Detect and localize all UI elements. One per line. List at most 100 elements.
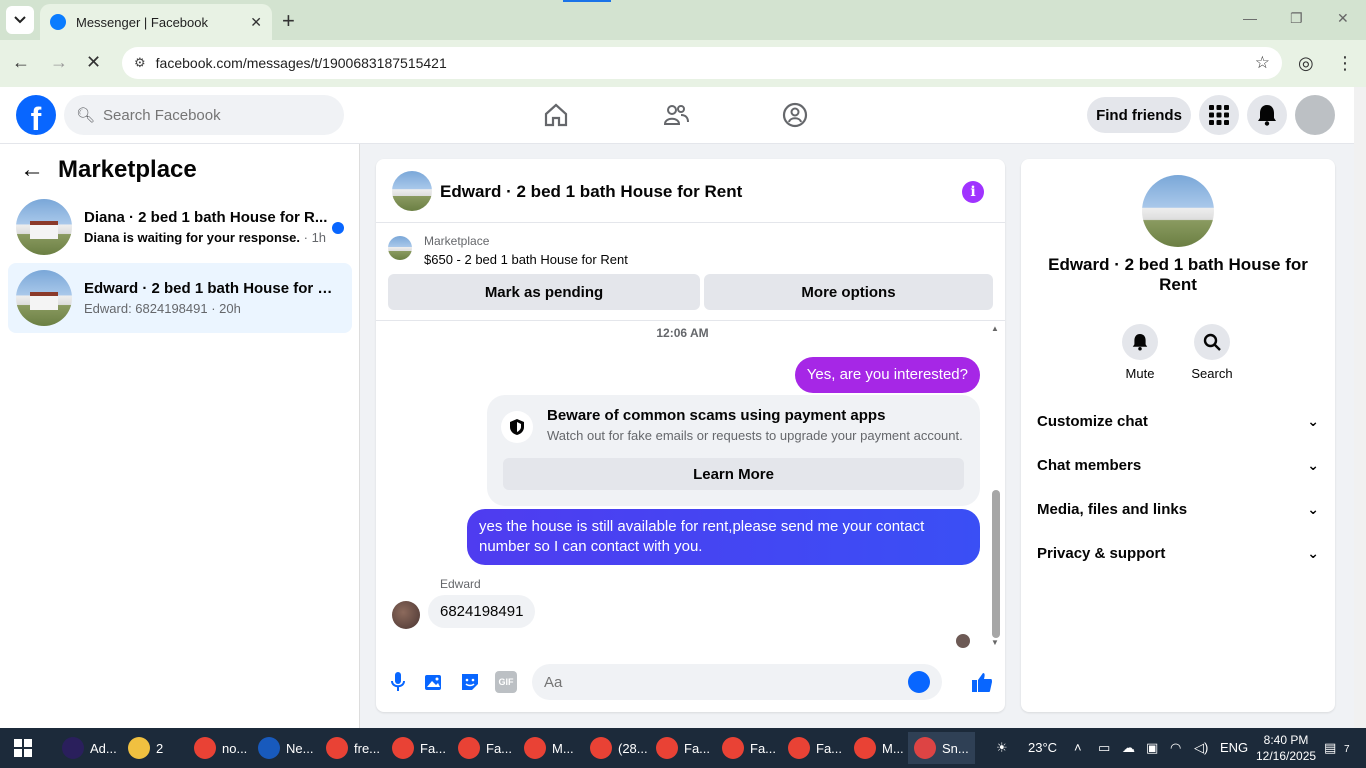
taskbar-app-label: Ne... bbox=[286, 740, 314, 756]
chevron-down-icon: ⌄ bbox=[1307, 544, 1319, 561]
minimize-icon[interactable]: — bbox=[1243, 10, 1257, 26]
conversation-item-edward[interactable]: Edward · 2 bed 1 bath House for R... Edw… bbox=[8, 263, 352, 333]
friends-icon[interactable] bbox=[662, 101, 690, 129]
facebook-logo-icon[interactable]: f bbox=[16, 95, 56, 135]
clock-time: 8:40 PM bbox=[1263, 733, 1309, 747]
mute-button[interactable]: Mute bbox=[1115, 324, 1165, 381]
mark-as-pending-button[interactable]: Mark as pending bbox=[388, 274, 700, 310]
learn-more-button[interactable]: Learn More bbox=[503, 458, 964, 490]
clock[interactable]: 8:40 PM 12/16/2025 bbox=[1256, 732, 1316, 764]
facebook-header: f 🔍︎ Find friends bbox=[0, 87, 1354, 144]
privacy-support-section[interactable]: Privacy & support ⌄ bbox=[1037, 541, 1319, 565]
menu-kebab-icon[interactable]: ⋮ bbox=[1336, 53, 1354, 74]
chat-scrollbar[interactable]: ▲ ▼ bbox=[990, 322, 1002, 652]
taskbar-app-button[interactable]: 2 bbox=[122, 732, 169, 764]
photo-icon[interactable] bbox=[423, 671, 445, 693]
language-indicator[interactable]: ENG bbox=[1220, 740, 1248, 755]
tab-indicator bbox=[563, 0, 611, 2]
scroll-up-icon[interactable]: ▲ bbox=[991, 324, 999, 333]
outgoing-message[interactable]: Yes, are you interested? bbox=[794, 357, 980, 393]
profile-photo[interactable] bbox=[1142, 175, 1214, 247]
stop-loading-icon[interactable]: ✕ bbox=[86, 52, 101, 73]
incoming-message[interactable]: 6824198491 bbox=[428, 595, 536, 628]
microphone-icon[interactable] bbox=[387, 671, 409, 693]
taskbar-app-button[interactable]: Ad... bbox=[56, 732, 123, 764]
taskbar-app-button[interactable]: M... bbox=[518, 732, 580, 764]
profile-icon[interactable]: ◎ bbox=[1298, 53, 1314, 74]
taskbar-app-button[interactable]: (28... bbox=[584, 732, 654, 764]
customize-chat-section[interactable]: Customize chat ⌄ bbox=[1037, 409, 1319, 433]
taskbar-app-button[interactable]: Sn... bbox=[908, 732, 975, 764]
app-icon bbox=[458, 737, 480, 759]
windows-start-icon[interactable] bbox=[14, 739, 32, 757]
app-icon bbox=[524, 737, 546, 759]
page-scrollbar[interactable] bbox=[1354, 87, 1366, 728]
app-icon bbox=[326, 737, 348, 759]
taskbar-app-label: Fa... bbox=[486, 740, 513, 756]
conversation-item-diana[interactable]: Diana · 2 bed 1 bath House for R... Dian… bbox=[8, 192, 352, 262]
chat-title[interactable]: Edward · 2 bed 1 bath House for Rent bbox=[440, 182, 742, 202]
notification-center-icon[interactable]: ▤ bbox=[1324, 740, 1336, 756]
tray-overflow-icon[interactable]: ˄ bbox=[1074, 740, 1082, 755]
search-input[interactable] bbox=[103, 106, 324, 124]
account-avatar[interactable] bbox=[1295, 95, 1335, 135]
home-icon[interactable] bbox=[542, 101, 570, 129]
window-close-icon[interactable]: ✕ bbox=[1337, 10, 1349, 27]
bell-icon bbox=[1122, 324, 1158, 360]
search-conversation-button[interactable]: Search bbox=[1187, 324, 1237, 381]
taskbar-app-button[interactable]: M... bbox=[848, 732, 910, 764]
message-input-box[interactable] bbox=[532, 664, 942, 700]
search-box[interactable]: 🔍︎ bbox=[64, 95, 344, 135]
scrollbar-thumb[interactable] bbox=[992, 490, 1000, 638]
bookmark-star-icon[interactable]: ☆ bbox=[1255, 53, 1270, 73]
site-info-icon[interactable]: ⚙ bbox=[134, 55, 146, 71]
browser-tab-bar: Messenger | Facebook ✕ + — ❐ ✕ bbox=[0, 0, 1366, 40]
info-icon[interactable]: i bbox=[962, 181, 984, 203]
back-arrow-icon[interactable]: ← bbox=[20, 156, 44, 184]
chevron-down-icon: ⌄ bbox=[1307, 500, 1319, 517]
tab-search-button[interactable] bbox=[6, 6, 34, 34]
more-options-button[interactable]: More options bbox=[704, 274, 993, 310]
thumbs-up-icon[interactable] bbox=[971, 671, 993, 693]
scroll-down-icon[interactable]: ▼ bbox=[991, 638, 999, 647]
browser-tab[interactable]: Messenger | Facebook ✕ bbox=[40, 4, 272, 40]
emoji-icon[interactable] bbox=[908, 671, 930, 693]
chat-avatar[interactable] bbox=[392, 171, 432, 211]
find-friends-button[interactable]: Find friends bbox=[1087, 97, 1191, 133]
listing-price[interactable]: $650 - 2 bed 1 bath House for Rent bbox=[424, 252, 628, 267]
weather-icon[interactable]: ☀ bbox=[996, 740, 1008, 756]
gif-icon[interactable]: GIF bbox=[495, 671, 517, 693]
taskbar-app-button[interactable]: Fa... bbox=[782, 732, 848, 764]
chat-members-section[interactable]: Chat members ⌄ bbox=[1037, 453, 1319, 477]
taskbar-app-button[interactable]: Ne... bbox=[252, 732, 319, 764]
outgoing-message[interactable]: yes the house is still available for ren… bbox=[467, 509, 980, 565]
groups-icon[interactable] bbox=[781, 101, 809, 129]
warning-subtitle: Watch out for fake emails or requests to… bbox=[547, 428, 963, 443]
address-bar[interactable]: ⚙ facebook.com/messages/t/19006831875154… bbox=[122, 47, 1282, 79]
wifi-icon[interactable]: ◠ bbox=[1170, 740, 1181, 756]
volume-icon[interactable]: ◁) bbox=[1194, 740, 1208, 756]
meet-icon[interactable]: ▣ bbox=[1146, 740, 1158, 756]
taskbar-app-button[interactable]: Fa... bbox=[650, 732, 716, 764]
message-input[interactable] bbox=[544, 673, 908, 691]
taskbar-app-button[interactable]: Fa... bbox=[716, 732, 782, 764]
restore-icon[interactable]: ❐ bbox=[1290, 10, 1303, 27]
taskbar-app-button[interactable]: Fa... bbox=[386, 732, 452, 764]
taskbar-app-button[interactable]: Fa... bbox=[452, 732, 518, 764]
battery-icon[interactable]: ▭ bbox=[1098, 740, 1110, 756]
sticker-icon[interactable] bbox=[459, 671, 481, 693]
notifications-button[interactable] bbox=[1247, 95, 1287, 135]
forward-icon[interactable]: → bbox=[50, 52, 68, 73]
search-label: Search bbox=[1191, 366, 1233, 381]
new-tab-button[interactable]: + bbox=[282, 8, 295, 34]
taskbar-app-button[interactable]: no... bbox=[188, 732, 253, 764]
cloud-icon[interactable]: ☁ bbox=[1122, 740, 1135, 756]
media-files-links-section[interactable]: Media, files and links ⌄ bbox=[1037, 497, 1319, 521]
app-icon bbox=[194, 737, 216, 759]
weather-temp[interactable]: 23°C bbox=[1028, 740, 1057, 755]
taskbar-app-button[interactable]: fre... bbox=[320, 732, 386, 764]
menu-button[interactable] bbox=[1199, 95, 1239, 135]
back-icon[interactable]: ← bbox=[12, 52, 30, 73]
tab-close-icon[interactable]: ✕ bbox=[250, 14, 262, 31]
sender-avatar[interactable] bbox=[392, 601, 420, 629]
